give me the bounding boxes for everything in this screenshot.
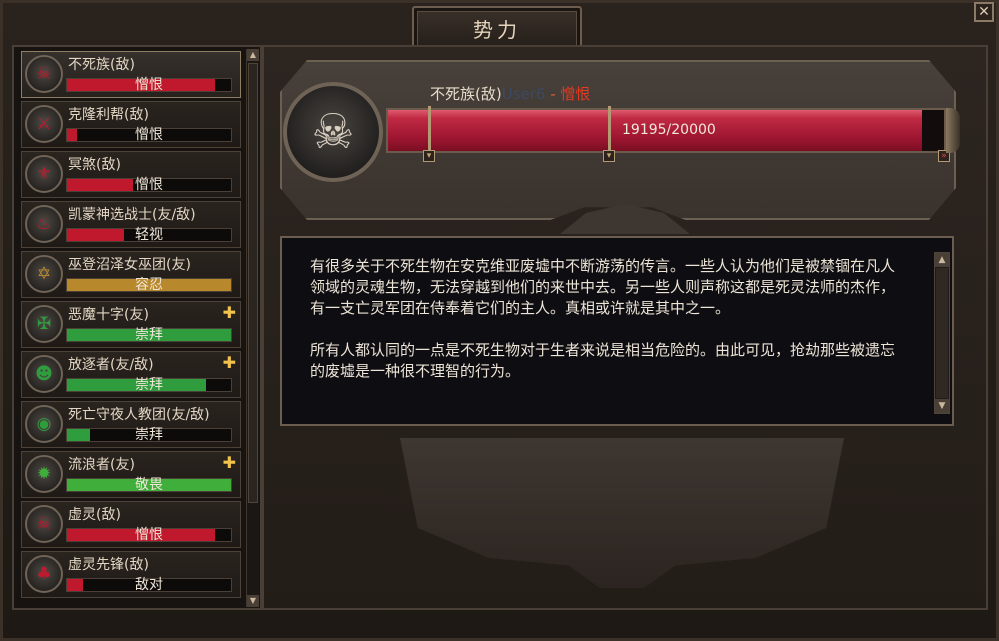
threshold-marker-icon: ▾ (423, 150, 435, 162)
description-text: 有很多关于不死生物在安克维亚废墟中不断游荡的传言。一些人认为他们是被禁锢在凡人领… (310, 256, 904, 403)
description-paragraph-1: 有很多关于不死生物在安克维亚废墟中不断游荡的传言。一些人认为他们是被禁锢在凡人领… (310, 257, 896, 317)
aether-skull-icon: ☠ (25, 505, 63, 543)
faction-reputation-bar: 敌对 (66, 578, 232, 592)
flame-icon: ♨ (25, 205, 63, 243)
faction-item[interactable]: ♨ 凯蒙神选战士(友/敌) 轻视 (21, 201, 241, 248)
scroll-down-icon[interactable]: ▼ (247, 595, 259, 607)
selected-faction-status: 憎恨 (560, 85, 591, 103)
reputation-bar: ▾ ▾ » 19195/20000 (386, 106, 950, 162)
description-box: 有很多关于不死生物在安克维亚废墟中不断游荡的传言。一些人认为他们是被禁锢在凡人领… (280, 236, 954, 426)
faction-list: ☠ 不死族(敌) 憎恨 ⚔ 克隆利帮(敌) 憎恨 ⚜ 冥煞(敌) 憎恨 ♨ 凯蒙神选战士(友/敌) 轻… (18, 49, 242, 609)
exile-mask-icon: ☻ (25, 355, 63, 393)
separator: - (545, 85, 561, 103)
faction-item[interactable]: ♣ 虚灵先锋(敌) 敌对 (21, 551, 241, 598)
faction-reputation-bar: 崇拜 (66, 378, 232, 392)
scroll-up-icon[interactable]: ▲ (935, 253, 949, 267)
description-paragraph-2: 所有人都认同的一点是不死生物对于生者来说是相当危险的。由此可见，抢劫那些被遗忘的… (310, 341, 896, 380)
faction-item[interactable]: ☠ 不死族(敌) 憎恨 (21, 51, 241, 98)
selected-faction-name: 不死族(敌) (430, 85, 502, 103)
scroll-thumb[interactable] (248, 63, 258, 503)
faction-reputation-bar: 憎恨 (66, 178, 232, 192)
description-scrollbar[interactable]: ▲ ▼ (934, 252, 950, 414)
bar-end-cap (946, 108, 960, 153)
pentagram-icon: ✡ (25, 255, 63, 293)
faction-status: 憎恨 (135, 77, 163, 93)
faction-reputation-bar: 憎恨 (66, 78, 232, 92)
faction-status: 崇拜 (135, 427, 163, 443)
faction-reputation-bar: 崇拜 (66, 428, 232, 442)
threshold-tick (608, 106, 611, 154)
faction-status: 憎恨 (135, 177, 163, 193)
plus-icon: ✚ (222, 303, 236, 322)
faction-name: 克隆利帮(敌) (68, 107, 149, 123)
faction-status: 轻视 (135, 227, 163, 243)
demon-sigil-icon: ⚜ (25, 155, 63, 193)
faction-status: 敌对 (135, 577, 163, 593)
faction-list-panel: ☠ 不死族(敌) 憎恨 ⚔ 克隆利帮(敌) 憎恨 ⚜ 冥煞(敌) 憎恨 ♨ 凯蒙神选战士(友/敌) 轻… (12, 45, 262, 610)
faction-item[interactable]: ◉ 死亡守夜人教团(友/敌) 崇拜 (21, 401, 241, 448)
plus-icon: ✚ (222, 353, 236, 372)
faction-status: 敬畏 (135, 477, 163, 493)
faction-reputation-bar: 崇拜 (66, 328, 232, 342)
faction-status: 憎恨 (135, 527, 163, 543)
scroll-down-icon[interactable]: ▼ (935, 399, 949, 413)
skull-icon: ☠ (25, 55, 63, 93)
faction-item[interactable]: ☠ 虚灵(敌) 憎恨 (21, 501, 241, 548)
faction-item[interactable]: ☻ 放逐者(友/敌) 崇拜 ✚ (21, 351, 241, 398)
faction-reputation-bar: 憎恨 (66, 128, 232, 142)
faction-reputation-bar: 轻视 (66, 228, 232, 242)
faction-list-scrollbar[interactable]: ▲ ▼ (246, 49, 259, 607)
faction-status: 憎恨 (135, 127, 163, 143)
selected-faction-emblem-icon: ☠ (283, 82, 383, 182)
faction-name: 恶魔十字(友) (68, 307, 149, 323)
player-name: User6 (501, 85, 546, 103)
faction-reputation-bar: 憎恨 (66, 528, 232, 542)
faction-name: 放逐者(友/敌) (68, 357, 154, 373)
faction-item[interactable]: ⚔ 克隆利帮(敌) 憎恨 (21, 101, 241, 148)
faction-reputation-bar: 敬畏 (66, 478, 232, 492)
faction-name: 流浪者(友) (68, 457, 135, 473)
aether-vanguard-icon: ♣ (25, 555, 63, 593)
cross-shield-icon: ✠ (25, 305, 63, 343)
scroll-thumb[interactable] (936, 268, 948, 398)
faction-reputation-bar: 容忍 (66, 278, 232, 292)
sun-icon: ✹ (25, 455, 63, 493)
threshold-marker-icon: ▾ (603, 150, 615, 162)
crossed-guns-icon: ⚔ (25, 105, 63, 143)
faction-item[interactable]: ✹ 流浪者(友) 敬畏 ✚ (21, 451, 241, 498)
faction-status: 崇拜 (135, 327, 163, 343)
faction-item[interactable]: ✠ 恶魔十字(友) 崇拜 ✚ (21, 301, 241, 348)
faction-name: 冥煞(敌) (68, 157, 121, 173)
eye-icon: ◉ (25, 405, 63, 443)
plus-icon: ✚ (222, 453, 236, 472)
faction-name: 虚灵(敌) (68, 507, 121, 523)
close-button[interactable]: ✕ (974, 2, 994, 22)
faction-status: 容忍 (135, 277, 163, 293)
faction-name: 凯蒙神选战士(友/敌) (68, 207, 196, 223)
faction-status: 崇拜 (135, 377, 163, 393)
faction-name: 死亡守夜人教团(友/敌) (68, 407, 210, 423)
faction-name: 虚灵先锋(敌) (68, 557, 149, 573)
selected-faction-label: 不死族(敌)User6 - 憎恨 (430, 83, 590, 104)
faction-item[interactable]: ✡ 巫登沼泽女巫团(友) 容忍 (21, 251, 241, 298)
faction-name: 不死族(敌) (68, 57, 135, 73)
threshold-tick (428, 106, 431, 154)
reputation-value: 19195/20000 (622, 122, 716, 138)
scroll-up-icon[interactable]: ▲ (247, 49, 259, 61)
faction-item[interactable]: ⚜ 冥煞(敌) 憎恨 (21, 151, 241, 198)
faction-name: 巫登沼泽女巫团(友) (68, 257, 191, 273)
